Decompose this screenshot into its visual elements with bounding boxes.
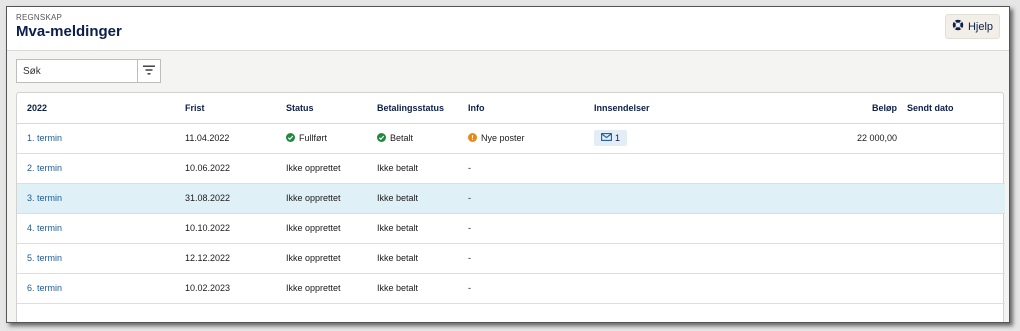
belop-cell xyxy=(729,213,907,244)
sendt-dato-cell xyxy=(907,273,1005,304)
section-overline: REGNSKAP xyxy=(16,13,63,22)
frist-cell: 10.06.2022 xyxy=(185,153,286,184)
info-cell: - xyxy=(468,213,594,244)
info-cell: - xyxy=(468,183,594,214)
innsendelser-cell xyxy=(594,213,729,244)
betalingsstatus-cell: Ikke betalt xyxy=(377,183,468,214)
alert-circle-icon xyxy=(468,133,477,143)
innsendelser-cell xyxy=(594,153,729,184)
column-header-frist[interactable]: Frist xyxy=(185,93,286,124)
filter-button[interactable] xyxy=(137,59,161,83)
column-header-sendt-dato[interactable]: Sendt dato xyxy=(907,93,1005,124)
frist-cell: 10.02.2023 xyxy=(185,273,286,304)
status-cell: Ikke opprettet xyxy=(286,213,377,244)
betalingsstatus-cell: Ikke betalt xyxy=(377,213,468,244)
termin-link[interactable]: 5. termin xyxy=(27,253,62,263)
column-header-innsendelser[interactable]: Innsendelser xyxy=(594,93,729,124)
submissions-count: 1 xyxy=(615,133,621,143)
column-header-status[interactable]: Status xyxy=(286,93,377,124)
table-row[interactable]: 4. termin 10.10.2022 Ikke opprettet Ikke… xyxy=(17,213,1005,244)
sendt-dato-cell xyxy=(907,153,1005,184)
table-row-selected[interactable]: 3. termin 31.08.2022 Ikke opprettet Ikke… xyxy=(17,183,1005,214)
status-cell: Ikke opprettet xyxy=(286,243,377,274)
betalingsstatus-cell: Ikke betalt xyxy=(377,153,468,184)
status-cell: Fullført xyxy=(286,123,377,154)
belop-cell xyxy=(729,183,907,214)
table-header-row: 2022 Frist Status Betalingsstatus Info I… xyxy=(17,93,1005,124)
table-row[interactable]: 6. termin 10.02.2023 Ikke opprettet Ikke… xyxy=(17,273,1005,304)
betalingsstatus-cell: Betalt xyxy=(377,123,468,154)
betalingsstatus-cell: Ikke betalt xyxy=(377,273,468,304)
lifebuoy-icon xyxy=(952,19,964,34)
termin-link[interactable]: 6. termin xyxy=(27,283,62,293)
column-header-info[interactable]: Info xyxy=(468,93,594,124)
table-row[interactable]: 2. termin 10.06.2022 Ikke opprettet Ikke… xyxy=(17,153,1005,184)
status-cell: Ikke opprettet xyxy=(286,273,377,304)
info-cell: Nye poster xyxy=(468,123,594,154)
page-title: Mva-meldinger xyxy=(16,23,122,40)
check-circle-icon xyxy=(377,133,386,143)
search-input[interactable] xyxy=(16,59,137,83)
termin-table: 2022 Frist Status Betalingsstatus Info I… xyxy=(17,93,1005,304)
column-header-betalingsstatus[interactable]: Betalingsstatus xyxy=(377,93,468,124)
belop-cell xyxy=(729,243,907,274)
frist-cell: 31.08.2022 xyxy=(185,183,286,214)
info-cell: - xyxy=(468,273,594,304)
column-header-year[interactable]: 2022 xyxy=(17,93,185,124)
innsendelser-cell xyxy=(594,243,729,274)
betalingsstatus-cell: Ikke betalt xyxy=(377,243,468,274)
app-window: REGNSKAP Mva-meldinger Hjelp Søk 2022 Fr… xyxy=(6,6,1010,323)
innsendelser-cell: 1 xyxy=(594,123,729,154)
belop-cell xyxy=(729,153,907,184)
sendt-dato-cell xyxy=(907,243,1005,274)
status-cell: Ikke opprettet xyxy=(286,153,377,184)
frist-cell: 11.04.2022 xyxy=(185,123,286,154)
table-row[interactable]: 5. termin 12.12.2022 Ikke opprettet Ikke… xyxy=(17,243,1005,274)
sendt-dato-cell xyxy=(907,183,1005,214)
status-label: Fullført xyxy=(299,132,327,143)
submissions-badge[interactable]: 1 xyxy=(594,130,628,146)
filter-icon xyxy=(143,62,155,80)
page-header: REGNSKAP Mva-meldinger Hjelp xyxy=(7,7,1009,51)
termin-link[interactable]: 4. termin xyxy=(27,223,62,233)
betalingsstatus-label: Betalt xyxy=(390,132,414,143)
sendt-dato-cell xyxy=(907,123,1005,154)
column-header-belop[interactable]: Beløp xyxy=(729,93,907,124)
termin-link[interactable]: 3. termin xyxy=(27,193,62,203)
toolbar xyxy=(16,59,161,83)
help-label: Hjelp xyxy=(967,20,994,33)
sendt-dato-cell xyxy=(907,213,1005,244)
termin-table-container: 2022 Frist Status Betalingsstatus Info I… xyxy=(16,92,1005,322)
check-circle-icon xyxy=(286,133,295,143)
termin-link[interactable]: 2. termin xyxy=(27,163,62,173)
frist-cell: 10.10.2022 xyxy=(185,213,286,244)
status-cell: Ikke opprettet xyxy=(286,183,377,214)
table-row[interactable]: 1. termin 11.04.2022 Fullført Betalt Nye… xyxy=(17,123,1005,154)
innsendelser-cell xyxy=(594,273,729,304)
info-cell: - xyxy=(468,153,594,184)
belop-cell xyxy=(729,273,907,304)
innsendelser-cell xyxy=(594,183,729,214)
info-cell: - xyxy=(468,243,594,274)
belop-cell: 22 000,00 xyxy=(729,123,907,154)
info-label: Nye poster xyxy=(481,132,525,143)
help-button[interactable]: Hjelp xyxy=(945,14,1000,39)
envelope-icon xyxy=(601,133,612,143)
frist-cell: 12.12.2022 xyxy=(185,243,286,274)
termin-link[interactable]: 1. termin xyxy=(27,133,62,143)
